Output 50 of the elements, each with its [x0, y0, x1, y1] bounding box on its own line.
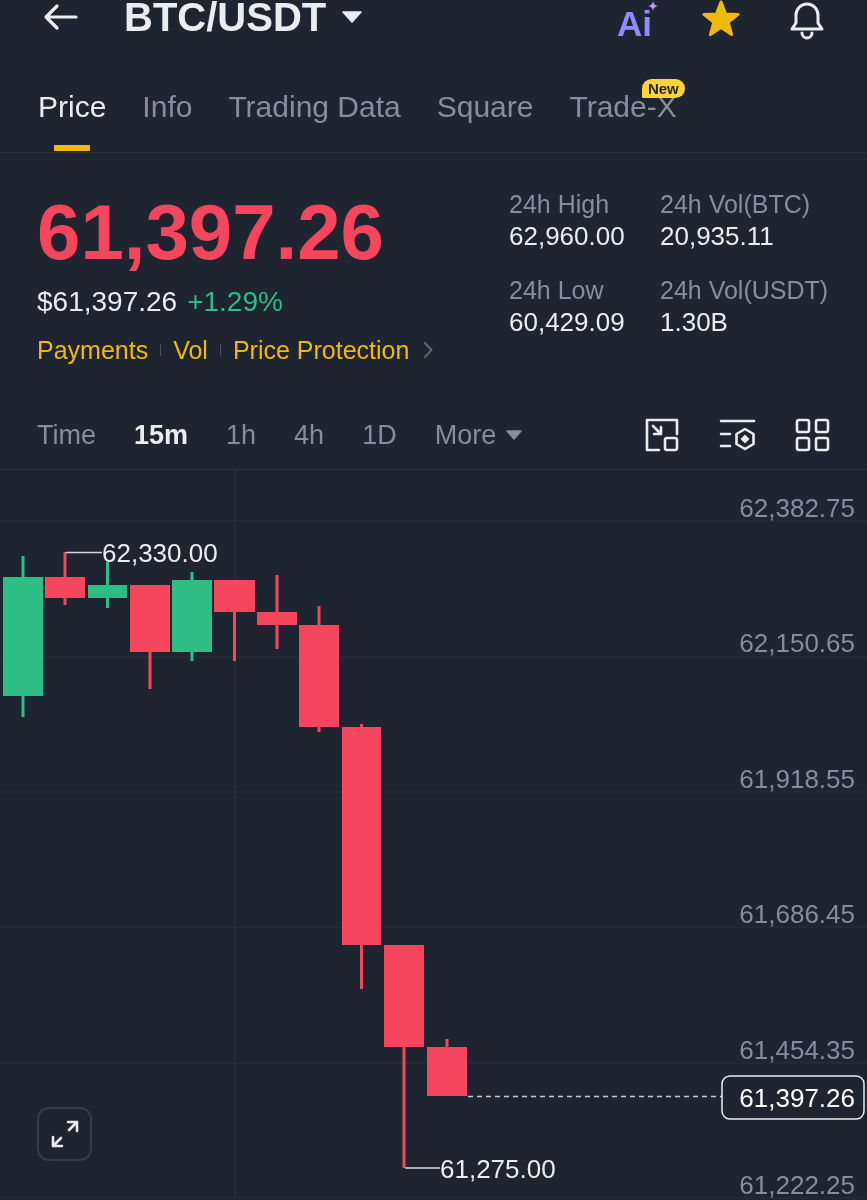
price-axis-label: 61,222.25 [739, 1170, 855, 1199]
sparkle-icon [648, 1, 658, 11]
caret-down-icon [342, 11, 363, 23]
expand-icon [49, 1119, 80, 1149]
fullscreen-button[interactable] [37, 1107, 92, 1161]
stat-label: 24h Low [509, 275, 604, 305]
stat-value: 1.30B [660, 306, 728, 338]
interval-option[interactable]: 1D [362, 417, 397, 452]
last-price: 61,397.26 [37, 192, 384, 272]
hexagon-lines-icon[interactable] [719, 417, 756, 452]
fiat-price: $61,397.26 [37, 285, 178, 319]
stat-label: 24h High [509, 189, 610, 219]
low-price-label: 61,275.00 [440, 1154, 556, 1184]
link[interactable]: Payments [37, 333, 149, 367]
ai-assistant-button[interactable]: Ai [617, 0, 659, 38]
price-axis-label: 62,150.65 [739, 628, 855, 659]
leader-line [404, 1167, 441, 1169]
price-axis-label: 62,382.75 [739, 493, 855, 523]
tab[interactable]: Trading Data [228, 89, 401, 151]
interval-option[interactable]: 1h [226, 417, 257, 452]
price-axis-label: 61,686.45 [739, 899, 855, 930]
tab[interactable]: Info [142, 89, 193, 151]
link[interactable]: Price Protection [232, 333, 410, 367]
high-price-label: 62,330.00 [102, 538, 218, 568]
pair-selector[interactable]: BTC/USDT [124, 0, 363, 35]
back-arrow-icon[interactable] [42, 3, 78, 31]
new-badge: New [641, 79, 685, 98]
more-menu[interactable]: More [434, 417, 523, 452]
link[interactable]: Vol [173, 333, 208, 367]
price-axis-label: 61,918.55 [739, 763, 855, 794]
price-axis-label: 61,454.35 [739, 1034, 855, 1065]
grid-icon[interactable] [795, 417, 830, 452]
price-change: +1.29% [187, 285, 283, 319]
candlestick [427, 1039, 467, 1096]
caret-down-icon [506, 429, 523, 440]
chevron-right-icon[interactable] [423, 341, 434, 359]
star-icon[interactable] [701, 0, 741, 38]
interval-option[interactable]: 4h [294, 417, 325, 452]
interval-option[interactable]: Time [37, 417, 96, 452]
stat-value: 60,429.09 [509, 306, 625, 338]
window-arrow-icon[interactable] [644, 417, 680, 452]
stat-label: 24h Vol(BTC) [660, 189, 811, 219]
stat-label: 24h Vol(USDT) [660, 275, 829, 305]
leader-line [65, 551, 103, 554]
interval-option[interactable]: 15m [134, 417, 189, 452]
stat-value: 62,960.00 [509, 220, 625, 252]
candlestick [45, 552, 85, 605]
tab[interactable]: Square [436, 89, 534, 151]
last-price-tag: 61,397.26 [721, 1075, 865, 1120]
stat-value: 20,935.11 [660, 220, 774, 252]
